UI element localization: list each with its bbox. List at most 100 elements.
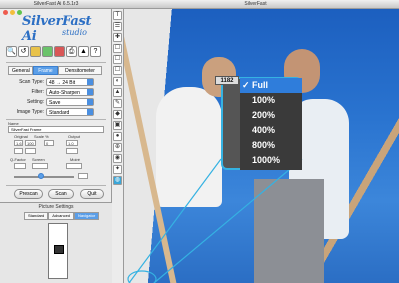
- preview-window-title: SilverFast: [244, 1, 267, 7]
- scan-icon[interactable]: 🔍: [6, 46, 17, 57]
- action-buttons: Prescan Scan Quit: [8, 189, 108, 200]
- filter-select[interactable]: Auto-Sharpen: [46, 88, 94, 96]
- sharpen-icon[interactable]: ▲: [78, 46, 89, 57]
- navigator-viewport[interactable]: [54, 245, 64, 254]
- sharpen-tool-icon[interactable]: ▲: [113, 88, 122, 97]
- magnifier-loupe[interactable]: 1182 ✓ Full 100% 200% 400% 800% 1000%: [215, 76, 302, 170]
- zoom-option-full[interactable]: ✓ Full: [240, 78, 302, 93]
- divider: [6, 185, 106, 186]
- logo-subtitle: studio: [62, 28, 87, 37]
- scale-label: Scale %: [34, 134, 49, 139]
- tab-advanced[interactable]: Advanced: [48, 212, 75, 220]
- original-width-field[interactable]: 1.6: [14, 140, 23, 146]
- scan-button[interactable]: Scan: [48, 189, 74, 199]
- help-icon[interactable]: ?: [90, 46, 101, 57]
- target-tool-icon[interactable]: ◉: [113, 154, 122, 163]
- setting-select[interactable]: Save: [46, 98, 94, 106]
- original-height-field[interactable]: 100: [25, 140, 36, 146]
- image-type-label: Image Type:: [16, 109, 44, 115]
- moire-field[interactable]: [66, 163, 82, 169]
- magnifier-source-circle: [127, 270, 157, 283]
- frame-name-box: Name SilverFast Frame: [8, 121, 104, 133]
- divider: [6, 62, 106, 63]
- filter-label: Filter:: [31, 89, 45, 95]
- star-tool-icon[interactable]: ✦: [113, 165, 122, 174]
- preview-image[interactable]: 1182 ✓ Full 100% 200% 400% 800% 1000%: [124, 9, 399, 283]
- picture-settings-panel: Picture Settings Standard Advanced Navig…: [0, 202, 112, 283]
- prescan-button[interactable]: Prescan: [14, 189, 43, 199]
- reset-icon[interactable]: ↺: [18, 46, 29, 57]
- setting-label: Setting:: [27, 99, 44, 105]
- frame-tool-icon[interactable]: ☐: [113, 44, 122, 53]
- tab-navigator[interactable]: Navigator: [74, 212, 100, 220]
- tab-frame[interactable]: Frame: [33, 66, 58, 75]
- tab-standard[interactable]: Standard: [24, 212, 49, 220]
- tool-toolbar: 🔍 ↺ ⎙ ▲ ?: [6, 46, 106, 58]
- settings-tabs: General Frame Densitometer: [8, 66, 104, 75]
- silverfast-control-window: SilverFast Ai 6.5.1r3 SilverFast Ai stud…: [0, 0, 112, 283]
- output-height-field[interactable]: [66, 148, 78, 154]
- zoom-level-menu[interactable]: ✓ Full 100% 200% 400% 800% 1000%: [240, 78, 302, 170]
- gradation-icon[interactable]: [54, 46, 65, 57]
- zoom-option-label: 400%: [252, 125, 276, 135]
- scale-field[interactable]: 0: [44, 140, 54, 146]
- output-label: Output: [68, 134, 81, 139]
- color-tool-icon[interactable]: ◍: [113, 176, 122, 185]
- control-window-titlebar[interactable]: SilverFast Ai 6.5.1r3: [0, 0, 112, 15]
- magnifier-number-badge: 1182: [215, 76, 239, 85]
- image-type-select[interactable]: Standard: [46, 108, 94, 116]
- contrast-tool-icon[interactable]: ◐: [113, 77, 122, 86]
- checkmark-icon: ✓: [242, 80, 250, 90]
- zoom-option-label: 100%: [252, 95, 276, 105]
- zoom-option-1000[interactable]: 1000%: [240, 153, 302, 168]
- zoom-option-400[interactable]: 400%: [240, 123, 302, 138]
- divider: [6, 119, 106, 120]
- scan-type-select[interactable]: 48 → 24 Bit: [46, 78, 94, 86]
- frame-tool-icon[interactable]: ☐: [113, 66, 122, 75]
- preview-window-titlebar[interactable]: SilverFast: [112, 0, 399, 15]
- hsl-icon[interactable]: [30, 46, 41, 57]
- silverfast-logo: SilverFast Ai studio: [4, 12, 108, 44]
- zoom-option-800[interactable]: 800%: [240, 138, 302, 153]
- qfactor-label: Q-Factor: [10, 157, 26, 162]
- slider-track: [14, 176, 74, 178]
- text-tool-icon[interactable]: T: [113, 11, 122, 20]
- print-icon[interactable]: ⎙: [66, 46, 77, 57]
- qfactor-field[interactable]: [14, 163, 26, 169]
- color-icon[interactable]: [42, 46, 53, 57]
- screen-field[interactable]: [32, 163, 48, 169]
- zoom-option-label: 200%: [252, 110, 276, 120]
- crosshair-tool-icon[interactable]: ✚: [113, 33, 122, 42]
- slider-knob[interactable]: [38, 173, 44, 179]
- tab-general[interactable]: General: [8, 66, 33, 75]
- control-window-title: SilverFast Ai 6.5.1r3: [33, 1, 79, 7]
- tab-densitometer[interactable]: Densitometer: [58, 66, 102, 75]
- zoom-option-100[interactable]: 100%: [240, 93, 302, 108]
- grid-tool-icon[interactable]: ▣: [113, 121, 122, 130]
- zoom-slider[interactable]: [8, 172, 104, 180]
- original-label: Original: [14, 134, 28, 139]
- picture-settings-tabs: Standard Advanced Navigator: [24, 212, 100, 220]
- diamond-tool-icon[interactable]: ◆: [113, 110, 122, 119]
- param-row: Setting: Save: [8, 98, 104, 107]
- pen-tool-icon[interactable]: ✎: [113, 99, 122, 108]
- menu-tool-icon[interactable]: ☰: [113, 22, 122, 31]
- zoom-option-label: 800%: [252, 140, 276, 150]
- param-row: Image Type: Standard: [8, 108, 104, 117]
- guide-line-left: [128, 158, 222, 283]
- output-width-field[interactable]: 1.0: [66, 140, 78, 146]
- navigator-thumbnail[interactable]: [48, 223, 68, 279]
- moire-label: Moiré: [70, 157, 81, 162]
- zoom-option-200[interactable]: 200%: [240, 108, 302, 123]
- original-width-field-2[interactable]: [14, 148, 23, 154]
- original-height-field-2[interactable]: [25, 148, 36, 154]
- zoom-tool-icon[interactable]: ⊕: [113, 143, 122, 152]
- frame-name-field[interactable]: SilverFast Frame: [8, 126, 104, 133]
- frame-tool-icon[interactable]: ☐: [113, 55, 122, 64]
- quit-button[interactable]: Quit: [80, 189, 104, 199]
- zoom-option-label: Full: [252, 80, 268, 90]
- dot-tool-icon[interactable]: ●: [113, 132, 122, 141]
- slider-value-field[interactable]: [78, 173, 88, 179]
- preview-toolbar: T ☰ ✚ ☐ ☐ ☐ ◐ ▲ ✎ ◆ ▣ ● ⊕ ◉ ✦ ◍: [112, 9, 124, 283]
- scan-parameters: Scan Type: 48 → 24 Bit Filter: Auto-Sharpe…: [8, 78, 104, 118]
